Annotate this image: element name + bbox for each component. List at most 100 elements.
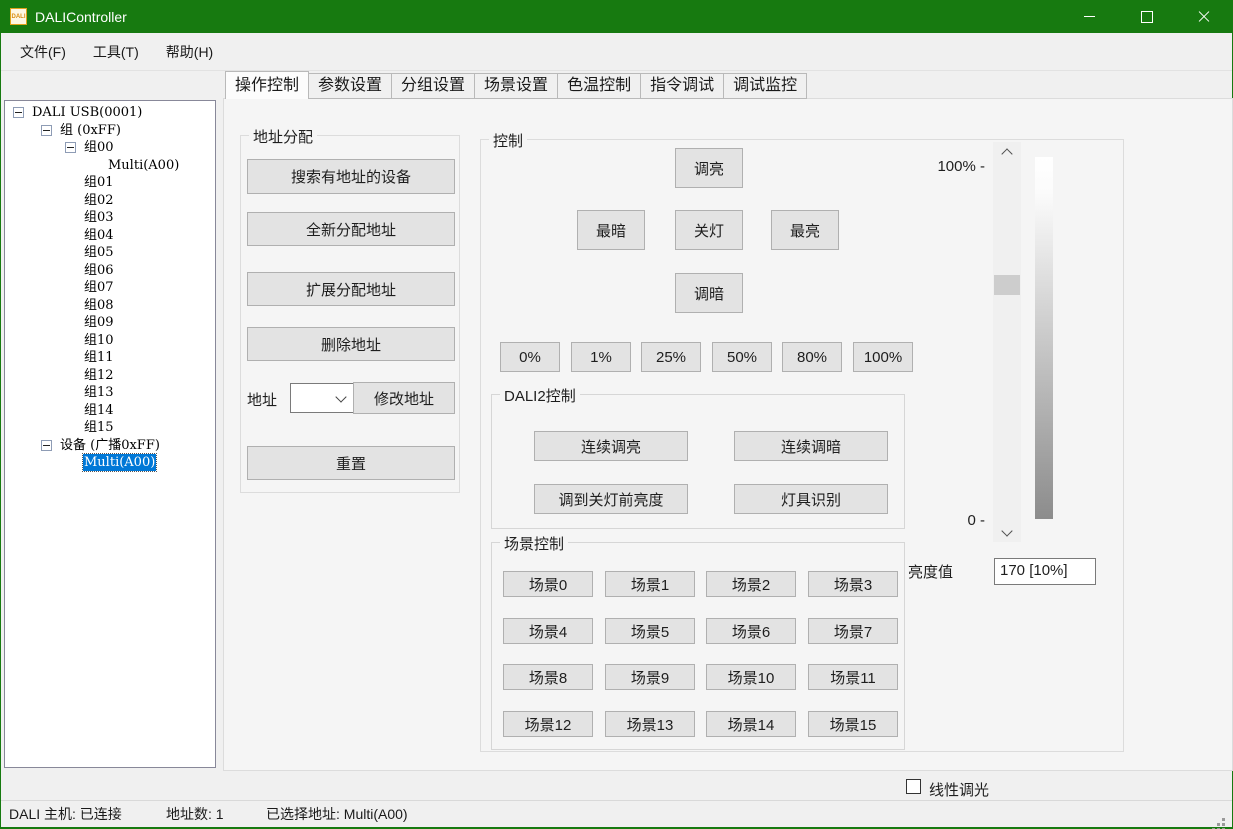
light-off-button[interactable]: 关灯 — [675, 210, 743, 250]
tab-grouping-settings[interactable]: 分组设置 — [391, 73, 475, 99]
tree-item-group07[interactable]: 组07 — [5, 279, 215, 297]
tree-item-group09[interactable]: 组09 — [5, 314, 215, 332]
dim-max-button[interactable]: 最亮 — [771, 210, 839, 250]
continuous-dim-up-button[interactable]: 连续调亮 — [534, 431, 688, 461]
scene-13-button[interactable]: 场景13 — [605, 711, 695, 737]
tab-color-temp-control[interactable]: 色温控制 — [557, 73, 641, 99]
luminaire-identify-button[interactable]: 灯具识别 — [734, 484, 888, 514]
tree-item-group11[interactable]: 组11 — [5, 349, 215, 367]
scrollbar-thumb[interactable] — [994, 275, 1020, 295]
scene-0-button[interactable]: 场景0 — [503, 571, 593, 597]
recall-last-level-button[interactable]: 调到关灯前亮度 — [534, 484, 688, 514]
tree-item-group00[interactable]: 组00 — [5, 139, 215, 157]
scene-7-button[interactable]: 场景7 — [808, 618, 898, 644]
collapse-icon[interactable] — [13, 107, 24, 118]
dim-min-button[interactable]: 最暗 — [577, 210, 645, 250]
tree-item-group15[interactable]: 组15 — [5, 419, 215, 437]
brightness-scrollbar[interactable] — [993, 142, 1021, 542]
tree-item-group06[interactable]: 组06 — [5, 262, 215, 280]
assign-new-address-button[interactable]: 全新分配地址 — [247, 212, 455, 246]
tab-scene-settings[interactable]: 场景设置 — [474, 73, 558, 99]
delete-address-button[interactable]: 删除地址 — [247, 327, 455, 361]
tree-item-group03[interactable]: 组03 — [5, 209, 215, 227]
dim-up-button[interactable]: 调亮 — [675, 148, 743, 188]
brightness-min-label: 0 - — [921, 512, 985, 529]
scene-3-button[interactable]: 场景3 — [808, 571, 898, 597]
dim-down-button[interactable]: 调暗 — [675, 273, 743, 313]
scene-14-button[interactable]: 场景14 — [706, 711, 796, 737]
brightness-gradient-bar — [1035, 157, 1053, 519]
resize-grip[interactable] — [1222, 818, 1225, 821]
tree-item-group10[interactable]: 组10 — [5, 332, 215, 350]
brightness-max-label: 100% - — [901, 158, 985, 175]
linear-dimming-checkbox[interactable] — [906, 779, 921, 794]
percent-80-button[interactable]: 80% — [782, 342, 842, 372]
scene-1-button[interactable]: 场景1 — [605, 571, 695, 597]
scene-2-button[interactable]: 场景2 — [706, 571, 796, 597]
control-group-title: 控制 — [489, 130, 527, 151]
tab-debug-monitor[interactable]: 调试监控 — [723, 73, 807, 99]
menu-help[interactable]: 帮助(H) — [158, 38, 221, 66]
search-addressed-devices-button[interactable]: 搜索有地址的设备 — [247, 159, 455, 194]
collapse-icon[interactable] — [41, 440, 52, 451]
tree-item-group02[interactable]: 组02 — [5, 192, 215, 210]
extend-assign-address-button[interactable]: 扩展分配地址 — [247, 272, 455, 306]
continuous-dim-down-button[interactable]: 连续调暗 — [734, 431, 888, 461]
collapse-icon[interactable] — [41, 125, 52, 136]
menu-bar: 文件(F) 工具(T) 帮助(H) — [1, 33, 1232, 71]
device-tree: DALI USB(0001) 组 (0xFF) 组00 Multi(A00) 组… — [4, 100, 216, 768]
scene-8-button[interactable]: 场景8 — [503, 664, 593, 690]
modify-address-button[interactable]: 修改地址 — [353, 382, 455, 414]
reset-button[interactable]: 重置 — [247, 446, 455, 480]
address-combobox[interactable] — [290, 383, 354, 413]
tab-strip: 操作控制 参数设置 分组设置 场景设置 色温控制 指令调试 调试监控 — [226, 71, 807, 99]
tab-parameter-settings[interactable]: 参数设置 — [308, 73, 392, 99]
tree-item-multi-a00[interactable]: Multi(A00) — [5, 157, 215, 175]
status-selected-address: 已选择地址: Multi(A00) — [266, 801, 408, 827]
title-bar: DALI DALIController — [1, 0, 1232, 33]
scroll-up-button[interactable] — [993, 142, 1021, 160]
tab-operation-control[interactable]: 操作控制 — [225, 71, 309, 99]
scene-12-button[interactable]: 场景12 — [503, 711, 593, 737]
menu-file[interactable]: 文件(F) — [12, 38, 74, 66]
close-button[interactable] — [1175, 0, 1232, 33]
scroll-down-button[interactable] — [993, 524, 1021, 542]
percent-1-button[interactable]: 1% — [571, 342, 631, 372]
tree-item-group12[interactable]: 组12 — [5, 367, 215, 385]
percent-50-button[interactable]: 50% — [712, 342, 772, 372]
tree-item-group14[interactable]: 组14 — [5, 402, 215, 420]
brightness-value-field[interactable]: 170 [10%] — [994, 558, 1096, 585]
percent-100-button[interactable]: 100% — [853, 342, 913, 372]
scene-10-button[interactable]: 场景10 — [706, 664, 796, 690]
scene-9-button[interactable]: 场景9 — [605, 664, 695, 690]
tab-command-debug[interactable]: 指令调试 — [640, 73, 724, 99]
window-title: DALIController — [35, 9, 127, 25]
scene-4-button[interactable]: 场景4 — [503, 618, 593, 644]
tree-item-group04[interactable]: 组04 — [5, 227, 215, 245]
scene-5-button[interactable]: 场景5 — [605, 618, 695, 644]
menu-tools[interactable]: 工具(T) — [85, 38, 147, 66]
scene-15-button[interactable]: 场景15 — [808, 711, 898, 737]
tree-item-group13[interactable]: 组13 — [5, 384, 215, 402]
tree-item-device-broadcast[interactable]: 设备 (广播0xFF) — [5, 437, 215, 455]
collapse-icon[interactable] — [65, 142, 76, 153]
percent-0-button[interactable]: 0% — [500, 342, 560, 372]
scene-6-button[interactable]: 场景6 — [706, 618, 796, 644]
control-group: 控制 调亮 最暗 关灯 最亮 调暗 0% 1% 25% 50% 80% 100%… — [480, 139, 1124, 752]
tree-item-group-all[interactable]: 组 (0xFF) — [5, 122, 215, 140]
status-host-connection: DALI 主机: 已连接 — [9, 801, 122, 827]
status-bar: DALI 主机: 已连接 地址数: 1 已选择地址: Multi(A00) — [1, 800, 1232, 827]
maximize-button[interactable] — [1118, 0, 1175, 33]
tree-item-root[interactable]: DALI USB(0001) — [5, 104, 215, 122]
percent-25-button[interactable]: 25% — [641, 342, 701, 372]
dali2-group-title: DALI2控制 — [500, 385, 580, 406]
scene-11-button[interactable]: 场景11 — [808, 664, 898, 690]
tree-item-group08[interactable]: 组08 — [5, 297, 215, 315]
tree-item-group01[interactable]: 组01 — [5, 174, 215, 192]
minimize-button[interactable] — [1061, 0, 1118, 33]
tree-item-group05[interactable]: 组05 — [5, 244, 215, 262]
dali2-control-group: DALI2控制 连续调亮 连续调暗 调到关灯前亮度 灯具识别 — [491, 394, 905, 529]
chevron-down-icon — [335, 391, 346, 402]
linear-dimming-label: 线性调光 — [929, 779, 989, 800]
tree-item-multi-a00-selected[interactable]: Multi(A00) — [5, 454, 215, 472]
